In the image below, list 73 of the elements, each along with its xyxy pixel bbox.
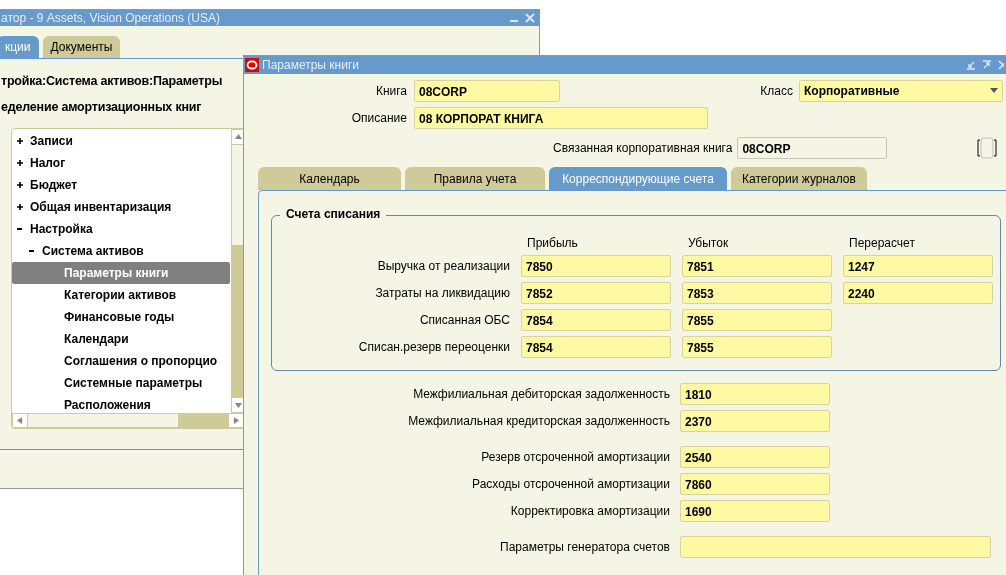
input-field[interactable]: 08CORP bbox=[414, 79, 560, 102]
input-field[interactable]: 7860 bbox=[680, 473, 830, 495]
section-heading: еделение амортизационных книг bbox=[1, 100, 202, 116]
tree-item[interactable]: Соглашения о пропорцио bbox=[12, 350, 230, 372]
column-header: Перерасчет bbox=[848, 236, 916, 250]
plus-icon bbox=[16, 159, 24, 167]
input-field[interactable]: 1690 bbox=[680, 500, 830, 522]
field-label: Описание bbox=[350, 110, 407, 125]
input-field[interactable]: 7855 bbox=[682, 336, 832, 358]
input-field[interactable]: 2370 bbox=[680, 410, 830, 432]
field-label: Затраты на ликвидацию bbox=[374, 286, 510, 300]
tree-item[interactable]: Система активов bbox=[12, 240, 230, 262]
minimize-icon[interactable] bbox=[966, 60, 976, 70]
field-label: Связанная корпоративная книга bbox=[553, 140, 733, 155]
input-field[interactable]: 7853 bbox=[682, 282, 832, 304]
caret-icon bbox=[990, 88, 998, 93]
maximize-icon[interactable] bbox=[982, 60, 992, 70]
horizontal-scrollbar[interactable] bbox=[12, 413, 244, 428]
input-field[interactable]: 7855 bbox=[682, 309, 832, 331]
input-field[interactable]: 2540 bbox=[680, 446, 830, 468]
group-title: Счета списания bbox=[280, 207, 387, 221]
tree-item[interactable]: Расположения bbox=[12, 394, 230, 416]
tree-item[interactable]: Категории активов bbox=[12, 284, 230, 306]
input-field[interactable]: 2240 bbox=[843, 282, 993, 304]
tree-item[interactable]: Календари bbox=[12, 328, 230, 350]
tab[interactable]: Календарь bbox=[258, 167, 401, 190]
field-label: Класс bbox=[760, 83, 793, 98]
app-logo-icon bbox=[245, 58, 259, 72]
tab[interactable]: Категории журналов bbox=[731, 167, 867, 190]
input-field[interactable]: 7854 bbox=[521, 309, 671, 331]
input-field[interactable] bbox=[680, 536, 991, 558]
window-title: атор - 9 Assets, Vision Operations (USA) bbox=[1, 11, 220, 25]
input-field[interactable]: 1247 bbox=[843, 255, 993, 277]
field-label: Параметры генератора счетов bbox=[500, 540, 670, 554]
input-field[interactable]: 7850 bbox=[521, 255, 671, 277]
input-field[interactable]: 7851 bbox=[682, 255, 832, 277]
tree-item[interactable]: Финансовые годы bbox=[12, 306, 230, 328]
input-field: 08CORP bbox=[737, 136, 888, 159]
close-icon[interactable] bbox=[525, 13, 535, 23]
column-header: Убыток bbox=[687, 236, 730, 250]
tree-item[interactable]: Системные параметры bbox=[12, 372, 230, 394]
window-title: Параметры книги bbox=[262, 58, 359, 72]
tab[interactable]: Правила учета bbox=[405, 167, 545, 190]
plus-icon bbox=[16, 203, 24, 211]
field-label: Списан.резерв переоценки bbox=[357, 340, 510, 354]
plus-icon bbox=[16, 137, 24, 145]
tree-item[interactable]: Общая инвентаризация bbox=[12, 196, 230, 218]
field-label: Межфилиальная дебиторская задолженность bbox=[413, 387, 670, 401]
field-label: Выручка от реализации bbox=[376, 259, 510, 273]
tree-item[interactable]: Настройка bbox=[12, 218, 230, 240]
field-label: Списанная ОБС bbox=[418, 313, 510, 327]
field-label: Резерв отсроченной амортизации bbox=[481, 450, 670, 464]
breadcrumb-text: тройка:Система активов:Параметры bbox=[1, 74, 223, 90]
input-field[interactable]: 7854 bbox=[521, 336, 671, 358]
minus-icon bbox=[16, 225, 24, 233]
close-icon[interactable] bbox=[998, 60, 1004, 70]
plus-icon bbox=[16, 181, 24, 189]
checkbox[interactable] bbox=[977, 136, 997, 159]
field-label: Книга bbox=[374, 83, 407, 98]
minus-icon bbox=[28, 247, 36, 255]
field-label: Расходы отсроченной амортизации bbox=[472, 477, 670, 491]
field-label: Межфилиальная кредиторская задолженность bbox=[408, 414, 670, 428]
dropdown-field[interactable]: Корпоративные bbox=[799, 79, 1003, 102]
tree-item[interactable]: Параметры книги bbox=[12, 262, 230, 284]
tree-item[interactable]: Налог bbox=[12, 152, 230, 174]
field-label: Корректировка амортизации bbox=[510, 504, 670, 518]
input-field[interactable]: 1810 bbox=[680, 383, 830, 405]
input-field[interactable]: 08 КОРПОРАТ КНИГА bbox=[414, 106, 708, 129]
tab[interactable]: Документы bbox=[42, 36, 121, 58]
column-header: Прибыль bbox=[526, 236, 579, 250]
tree-item[interactable]: Бюджет bbox=[12, 174, 230, 196]
tree-item[interactable]: Записи bbox=[12, 130, 230, 152]
input-field[interactable]: 7852 bbox=[521, 282, 671, 304]
